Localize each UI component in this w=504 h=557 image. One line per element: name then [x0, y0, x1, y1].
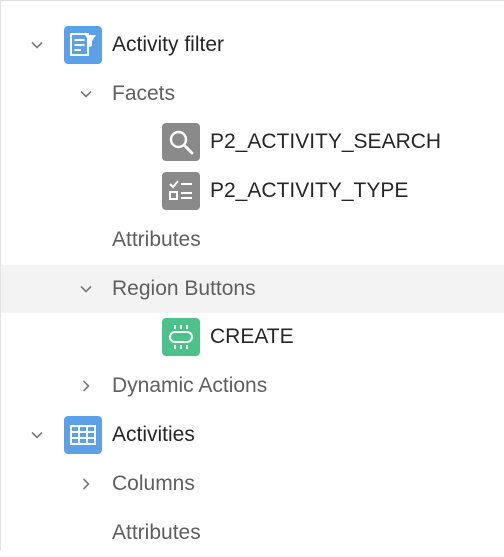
tree-node-label: Activities: [112, 423, 195, 446]
chevron-down-icon[interactable]: [76, 279, 96, 299]
chevron-down-icon[interactable]: [27, 425, 47, 445]
tree-node-label: Region Buttons: [112, 277, 256, 300]
tree-node-label: Activity filter: [112, 33, 225, 56]
report-table-icon: [64, 416, 102, 454]
tree-node-label: P2_ACTIVITY_TYPE: [210, 179, 409, 202]
tree-node-create-button[interactable]: CREATE: [1, 313, 504, 361]
tree-node-label: Dynamic Actions: [112, 374, 268, 397]
tree-node-filter-attributes[interactable]: Attributes: [1, 216, 504, 264]
tree-node-facets[interactable]: Facets: [1, 70, 504, 118]
tree-node-facet-search[interactable]: P2_ACTIVITY_SEARCH: [1, 118, 504, 166]
button-icon: [162, 318, 200, 356]
tree-node-label: Attributes: [112, 228, 201, 251]
tree-node-dynamic-actions[interactable]: Dynamic Actions: [1, 362, 504, 410]
tree-node-label: CREATE: [210, 325, 294, 348]
tree-node-activity-filter[interactable]: Activity filter: [1, 21, 504, 69]
tree-node-label: P2_ACTIVITY_SEARCH: [210, 130, 442, 153]
checkbox-list-icon: [162, 172, 200, 210]
tree-node-activities[interactable]: Activities: [1, 411, 504, 459]
faceted-search-region-icon: [64, 26, 102, 64]
page-tree: Activity filter Facets P2_ACTIVITY_SEARC…: [0, 0, 504, 550]
tree-node-label: Attributes: [112, 521, 201, 544]
chevron-right-icon[interactable]: [76, 474, 96, 494]
chevron-down-icon[interactable]: [76, 84, 96, 104]
chevron-down-icon[interactable]: [27, 35, 47, 55]
tree-node-columns[interactable]: Columns: [1, 460, 504, 508]
tree-node-label: Facets: [112, 82, 176, 105]
chevron-right-icon[interactable]: [76, 376, 96, 396]
tree-node-region-buttons[interactable]: Region Buttons: [1, 265, 504, 313]
tree-node-facet-type[interactable]: P2_ACTIVITY_TYPE: [1, 167, 504, 215]
search-icon: [162, 123, 200, 161]
tree-node-label: Columns: [112, 472, 195, 495]
